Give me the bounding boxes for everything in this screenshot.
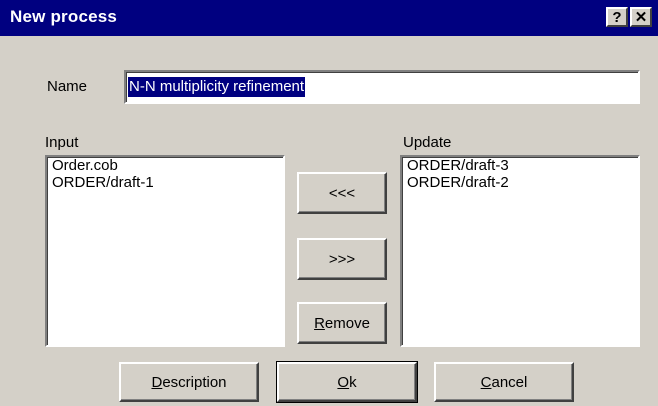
help-icon: ?: [612, 8, 622, 26]
list-item[interactable]: ORDER/draft-2: [402, 174, 638, 191]
close-button[interactable]: ✕: [630, 7, 652, 27]
list-item[interactable]: Order.cob: [47, 157, 283, 174]
description-label: Description: [151, 373, 227, 391]
cancel-button[interactable]: Cancel: [434, 362, 574, 402]
close-icon: ✕: [634, 8, 648, 26]
name-label: Name: [47, 78, 88, 95]
move-to-input-button[interactable]: <<<: [297, 172, 387, 214]
remove-button[interactable]: Remove: [297, 302, 387, 344]
remove-label: Remove: [314, 314, 370, 332]
title-bar[interactable]: New process ? ✕: [0, 0, 658, 36]
name-input[interactable]: N-N multiplicity refinement: [124, 70, 640, 104]
update-label: Update: [403, 134, 452, 151]
window-title: New process: [10, 7, 118, 26]
update-listbox[interactable]: ORDER/draft-3 ORDER/draft-2: [400, 155, 640, 347]
list-item[interactable]: ORDER/draft-1: [47, 174, 283, 191]
move-to-update-button[interactable]: >>>: [297, 238, 387, 280]
move-left-label: <<<: [328, 184, 356, 202]
list-item[interactable]: ORDER/draft-3: [402, 157, 638, 174]
ok-button[interactable]: Ok: [276, 361, 418, 403]
help-button[interactable]: ?: [606, 7, 628, 27]
ok-label: Ok: [337, 373, 357, 391]
move-right-label: >>>: [328, 250, 356, 268]
name-input-selected-text[interactable]: N-N multiplicity refinement: [128, 77, 306, 97]
description-button[interactable]: Description: [119, 362, 259, 402]
new-process-dialog: New process ? ✕ Name N-N multiplicity re…: [0, 0, 658, 406]
input-listbox[interactable]: Order.cob ORDER/draft-1: [45, 155, 285, 347]
cancel-label: Cancel: [480, 373, 528, 391]
input-label: Input: [45, 134, 79, 151]
